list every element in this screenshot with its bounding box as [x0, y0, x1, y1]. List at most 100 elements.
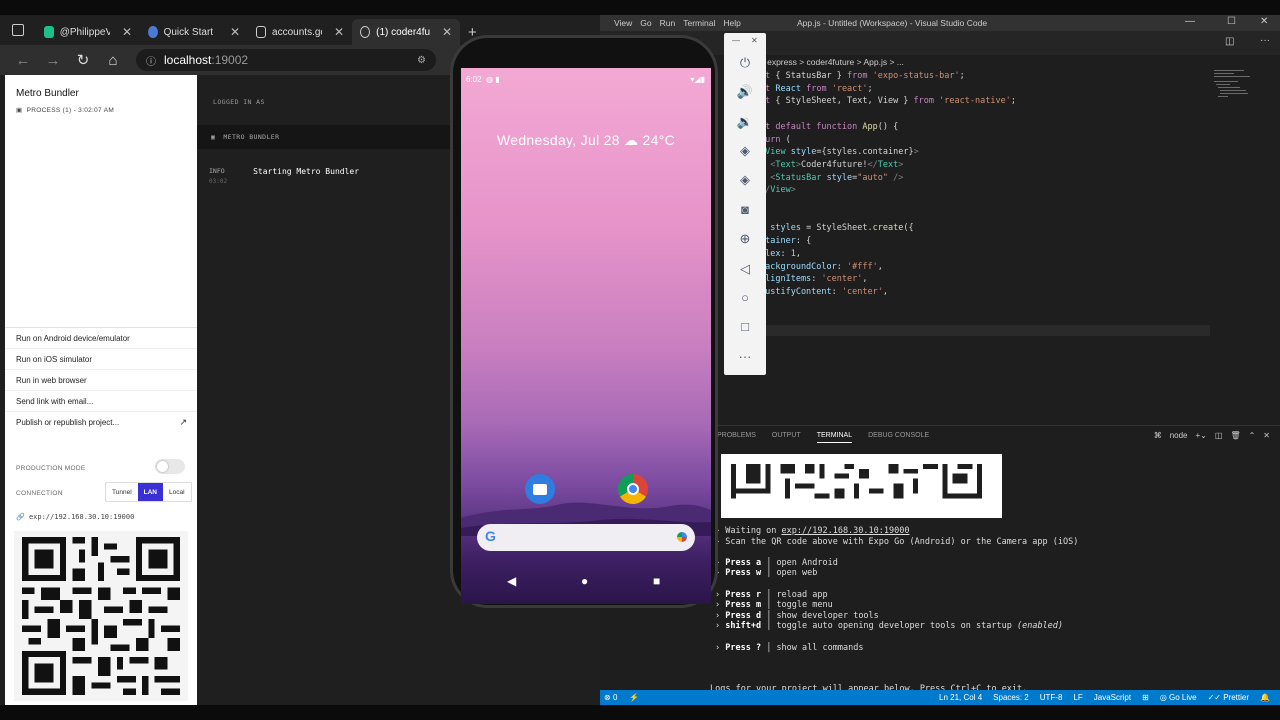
run-ios-button[interactable]: Run on iOS simulator	[5, 348, 197, 369]
home-button-icon[interactable]: ○	[724, 290, 766, 305]
tab-coder4future[interactable]: (1) coder4future ✕	[352, 19, 460, 45]
close-window-icon[interactable]: ✕	[1260, 16, 1268, 27]
vscode-menubar: View Go Run Terminal Help App.js - Untit…	[600, 15, 1280, 31]
close-emulator-icon[interactable]: ✕	[751, 36, 758, 45]
production-mode-toggle[interactable]	[155, 459, 185, 474]
process-icon: ▣	[16, 107, 23, 114]
tab-problems[interactable]: PROBLEMS	[717, 432, 756, 443]
rotate-right-icon[interactable]: ◈	[724, 172, 766, 188]
enabled-text: (enabled)	[1016, 621, 1064, 632]
maximize-panel-icon[interactable]: ⌃	[1249, 431, 1256, 440]
error-count: 0	[612, 693, 618, 702]
android-emulator: 6:02 ◍ ▮ ▾◢▮ Wednesday, Jul 28 ☁ 24°C G …	[450, 35, 718, 608]
action-list: Run on Android device/emulator Run on iO…	[5, 327, 197, 432]
close-icon[interactable]: ✕	[122, 25, 132, 39]
sync-icon[interactable]: ⚡	[629, 693, 639, 702]
volume-up-icon[interactable]: 🔊	[724, 84, 766, 100]
back-button-icon[interactable]: ◁	[724, 261, 766, 277]
publish-button[interactable]: Publish or republish project... ↗	[5, 411, 197, 432]
tab-output[interactable]: OUTPUT	[772, 432, 801, 443]
menu-help[interactable]: Help	[723, 18, 740, 28]
indent-setting[interactable]: Spaces: 2	[993, 693, 1029, 702]
terminal-selector[interactable]: node	[1170, 431, 1188, 440]
menu-terminal[interactable]: Terminal	[683, 18, 715, 28]
tab-accounts-google[interactable]: accounts.google. ✕	[248, 19, 352, 45]
code-editor[interactable]: rt { StatusBar } from 'expo-status-bar';…	[760, 70, 1016, 299]
home-icon[interactable]: ⌂	[98, 52, 128, 69]
more-options-icon[interactable]: ···	[724, 349, 766, 364]
reload-icon[interactable]: ↻	[68, 51, 98, 69]
google-search-bar[interactable]: G	[477, 524, 695, 551]
qr-code-image	[22, 537, 180, 695]
tab-philippe[interactable]: @PhilippeVillega ✕	[36, 19, 140, 45]
go-live-button[interactable]: ◎ Go Live	[1160, 693, 1197, 702]
new-terminal-icon[interactable]: +⌄	[1196, 431, 1207, 440]
terminal-output[interactable]: › Waiting on exp://192.168.30.10:19000 ›…	[715, 526, 1078, 653]
tab-label: accounts.google.	[272, 26, 322, 38]
tab-debug-console[interactable]: DEBUG CONSOLE	[868, 432, 929, 443]
connection-local[interactable]: Local	[163, 483, 191, 501]
problems-status[interactable]: ⊗ 0	[604, 693, 617, 702]
menu-view[interactable]: View	[614, 18, 632, 28]
run-android-button[interactable]: Run on Android device/emulator	[5, 327, 197, 348]
close-icon[interactable]: ✕	[334, 25, 344, 39]
maximize-icon[interactable]: ☐	[1227, 16, 1236, 27]
tab-quick-start[interactable]: Quick Start ✕	[140, 19, 248, 45]
encoding[interactable]: UTF-8	[1040, 693, 1063, 702]
url-field[interactable]: ⓘ localhost:19002 ⚙	[136, 49, 436, 71]
menu-run[interactable]: Run	[660, 18, 676, 28]
home-nav-icon[interactable]: ●	[581, 574, 588, 588]
tab-terminal[interactable]: TERMINAL	[816, 432, 853, 443]
close-panel-icon[interactable]: ✕	[1263, 431, 1270, 440]
zoom-icon[interactable]: ⊕	[724, 231, 766, 247]
language-mode[interactable]: JavaScript	[1094, 693, 1131, 702]
messages-app-icon[interactable]	[525, 474, 555, 504]
close-icon[interactable]: ✕	[442, 25, 452, 39]
cursor-position[interactable]: Ln 21, Col 4	[939, 693, 982, 702]
rotate-left-icon[interactable]: ◈	[724, 143, 766, 159]
back-icon[interactable]: ←	[8, 52, 38, 69]
close-icon[interactable]: ✕	[230, 25, 240, 39]
emulator-screen[interactable]: 6:02 ◍ ▮ ▾◢▮ Wednesday, Jul 28 ☁ 24°C G …	[461, 68, 711, 604]
trash-icon[interactable]: 🗑	[1230, 431, 1240, 440]
process-label[interactable]: ▣ PROCESS (1) - 3:02:07 AM	[16, 106, 114, 114]
cmd-key: Press m	[725, 600, 762, 611]
tab-label: Quick Start	[163, 26, 214, 38]
waiting-url[interactable]: exp://192.168.30.10:19000	[782, 526, 910, 536]
tab-actions-icon[interactable]	[12, 24, 24, 36]
connection-lan[interactable]: LAN	[137, 483, 163, 501]
forward-icon[interactable]: →	[38, 52, 68, 69]
screenshot-icon[interactable]: ◙	[724, 202, 766, 217]
taskbar-strip	[0, 705, 1280, 720]
send-link-button[interactable]: Send link with email...	[5, 390, 197, 411]
more-actions-icon[interactable]: ···	[1260, 35, 1270, 46]
breadcrumb[interactable]: e express > coder4future > App.js > ...	[760, 57, 904, 67]
split-editor-icon[interactable]: ◫	[1225, 36, 1234, 47]
recents-nav-icon[interactable]: ■	[653, 574, 660, 588]
chrome-app-icon[interactable]	[618, 474, 648, 504]
overview-button-icon[interactable]: □	[724, 319, 766, 334]
connection-tunnel[interactable]: Tunnel	[106, 483, 138, 501]
volume-down-icon[interactable]: 🔉	[724, 114, 766, 130]
split-terminal-icon[interactable]: ◫	[1215, 431, 1223, 440]
assistant-icon[interactable]	[677, 532, 687, 542]
exp-url[interactable]: 🔗 exp://192.168.30.10:19000	[16, 513, 134, 521]
power-icon[interactable]: ⏻	[724, 55, 766, 71]
window-title: App.js - Untitled (Workspace) - Visual S…	[797, 18, 988, 28]
shield-icon	[148, 26, 158, 38]
prettier-button[interactable]: ✓✓ Prettier	[1208, 693, 1249, 702]
back-nav-icon[interactable]: ◀	[507, 574, 516, 588]
cmd-desc: open web	[776, 568, 818, 579]
line-ending[interactable]: LF	[1073, 693, 1082, 702]
menu-go[interactable]: Go	[640, 18, 651, 28]
minimap[interactable]	[1212, 70, 1272, 110]
date-weather-widget[interactable]: Wednesday, Jul 28 ☁ 24°C	[461, 132, 711, 149]
google-g-icon: G	[485, 528, 496, 544]
terminal-qr-code	[721, 454, 1002, 518]
collapse-icon[interactable]: —	[732, 36, 740, 45]
site-settings-icon[interactable]: ⚙	[417, 55, 426, 66]
minimize-icon[interactable]: —	[1185, 16, 1195, 27]
feedback-icon[interactable]: ⊞	[1142, 693, 1149, 702]
notifications-icon[interactable]: 🔔	[1260, 693, 1270, 702]
run-web-button[interactable]: Run in web browser	[5, 369, 197, 390]
